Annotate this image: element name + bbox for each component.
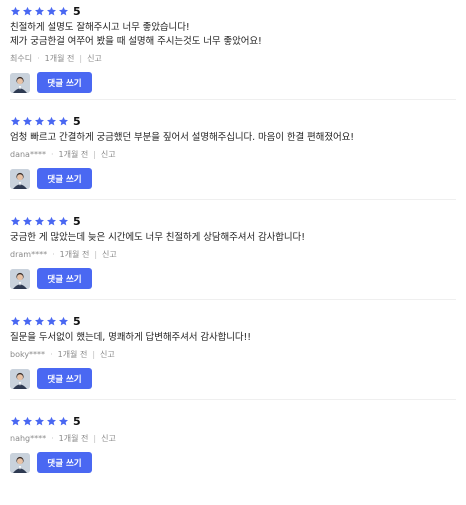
report-link[interactable]: 신고 [100,349,115,360]
rating-row: 5 [10,213,456,229]
star-icon [35,116,44,125]
report-link[interactable]: 신고 [102,249,117,260]
star-icon [59,216,68,225]
write-reply-button[interactable]: 댓글 쓰기 [37,72,92,93]
review-list: 5 친절하게 설명도 잘해주시고 너무 좋았습니다! 제가 궁금한걸 여쭈어 봤… [0,3,466,494]
review-meta: dram**** · 1개월 전 | 신고 [10,249,456,260]
rating-score: 5 [73,114,81,128]
review-actions: 댓글 쓰기 [10,268,456,289]
star-icon [47,116,56,125]
star-icon [47,216,56,225]
review-item: 5 궁금한 게 많았는데 늦은 시간에도 너무 친절하게 상담해주셔서 감사합니… [10,199,456,299]
meta-divider: · [37,54,40,63]
review-actions: 댓글 쓰기 [10,168,456,189]
write-reply-button[interactable]: 댓글 쓰기 [37,168,92,189]
write-reply-button[interactable]: 댓글 쓰기 [37,452,92,473]
meta-divider: | [93,150,96,159]
review-meta: dana**** · 1개월 전 | 신고 [10,149,456,160]
review-author: boky**** [10,350,46,359]
star-rating [10,216,69,227]
star-icon [23,416,32,425]
meta-divider: | [93,434,97,443]
star-icon [59,116,68,125]
user-avatar [10,72,30,93]
star-icon [23,116,32,125]
meta-divider: | [79,54,83,63]
write-reply-button[interactable]: 댓글 쓰기 [37,368,92,389]
star-icon [59,416,68,425]
review-date: 1개월 전 [59,250,90,259]
star-icon [23,316,32,325]
review-meta: nahg**** · 1개월 전 | 신고 [10,433,456,444]
star-icon [23,216,32,225]
star-icon [35,216,44,225]
star-icon [35,416,44,425]
review-item: 5 엄청 빠르고 간결하게 궁금했던 부분을 짚어서 설명해주십니다. 마음이 … [10,99,456,199]
review-text: 친절하게 설명도 잘해주시고 너무 좋았습니다! 제가 궁금한걸 여쭈어 봤을 … [10,22,262,47]
review-meta: boky**** · 1개월 전 | 신고 [10,349,456,360]
review-date: 1개월 전 [44,54,75,63]
star-rating [10,116,69,127]
star-icon [35,316,44,325]
star-icon [47,316,56,325]
rating-row: 5 [10,413,456,429]
meta-divider: · [50,150,54,159]
star-icon [59,6,68,15]
review-date: 1개월 전 [58,434,89,443]
user-avatar [10,168,30,189]
meta-divider: · [50,350,53,359]
review-text: 엄청 빠르고 간결하게 궁금했던 부분을 짚어서 설명해주십니다. 마음이 한결… [10,132,354,143]
star-icon [11,316,20,325]
review-actions: 댓글 쓰기 [10,368,456,389]
report-link[interactable]: 신고 [87,53,102,64]
review-actions: 댓글 쓰기 [10,452,456,473]
rating-row: 5 [10,3,456,19]
user-avatar [10,368,30,389]
review-date: 1개월 전 [57,350,88,359]
star-icon [11,6,20,15]
star-icon [47,6,56,15]
rating-row: 5 [10,313,456,329]
rating-score: 5 [73,314,81,328]
star-rating [10,316,69,327]
meta-divider: · [52,250,55,259]
review-text: 질문을 두서없이 했는데, 명쾌하게 답변해주셔서 감사합니다!! [10,332,251,343]
user-avatar [10,452,30,473]
meta-divider: | [92,350,96,359]
meta-divider: · [51,434,54,443]
rating-score: 5 [73,4,81,18]
review-author: dram**** [10,250,48,259]
star-rating [10,416,69,427]
star-icon [11,116,20,125]
star-rating [10,6,69,17]
review-item: 5 질문을 두서없이 했는데, 명쾌하게 답변해주셔서 감사합니다!! boky… [10,299,456,399]
review-meta: 최수디 · 1개월 전 | 신고 [10,53,456,64]
rating-score: 5 [73,414,81,428]
write-reply-button[interactable]: 댓글 쓰기 [37,268,92,289]
review-author: nahg**** [10,434,47,443]
review-item: 5 친절하게 설명도 잘해주시고 너무 좋았습니다! 제가 궁금한걸 여쭈어 봤… [10,3,456,99]
report-link[interactable]: 신고 [101,433,116,444]
star-icon [23,6,32,15]
review-date: 1개월 전 [58,150,89,159]
meta-divider: | [94,250,98,259]
star-icon [11,416,20,425]
star-icon [35,6,44,15]
review-author: 최수디 [10,54,33,63]
star-icon [11,216,20,225]
star-icon [59,316,68,325]
review-author: dana**** [10,150,46,159]
review-text: 궁금한 게 많았는데 늦은 시간에도 너무 친절하게 상담해주셔서 감사합니다! [10,232,305,243]
user-avatar [10,268,30,289]
review-item: 5 nahg**** · 1개월 전 | 신고 댓글 쓰기 [10,399,456,494]
star-icon [47,416,56,425]
rating-score: 5 [73,214,81,228]
rating-row: 5 [10,113,456,129]
review-actions: 댓글 쓰기 [10,72,456,93]
report-link[interactable]: 신고 [101,149,116,160]
